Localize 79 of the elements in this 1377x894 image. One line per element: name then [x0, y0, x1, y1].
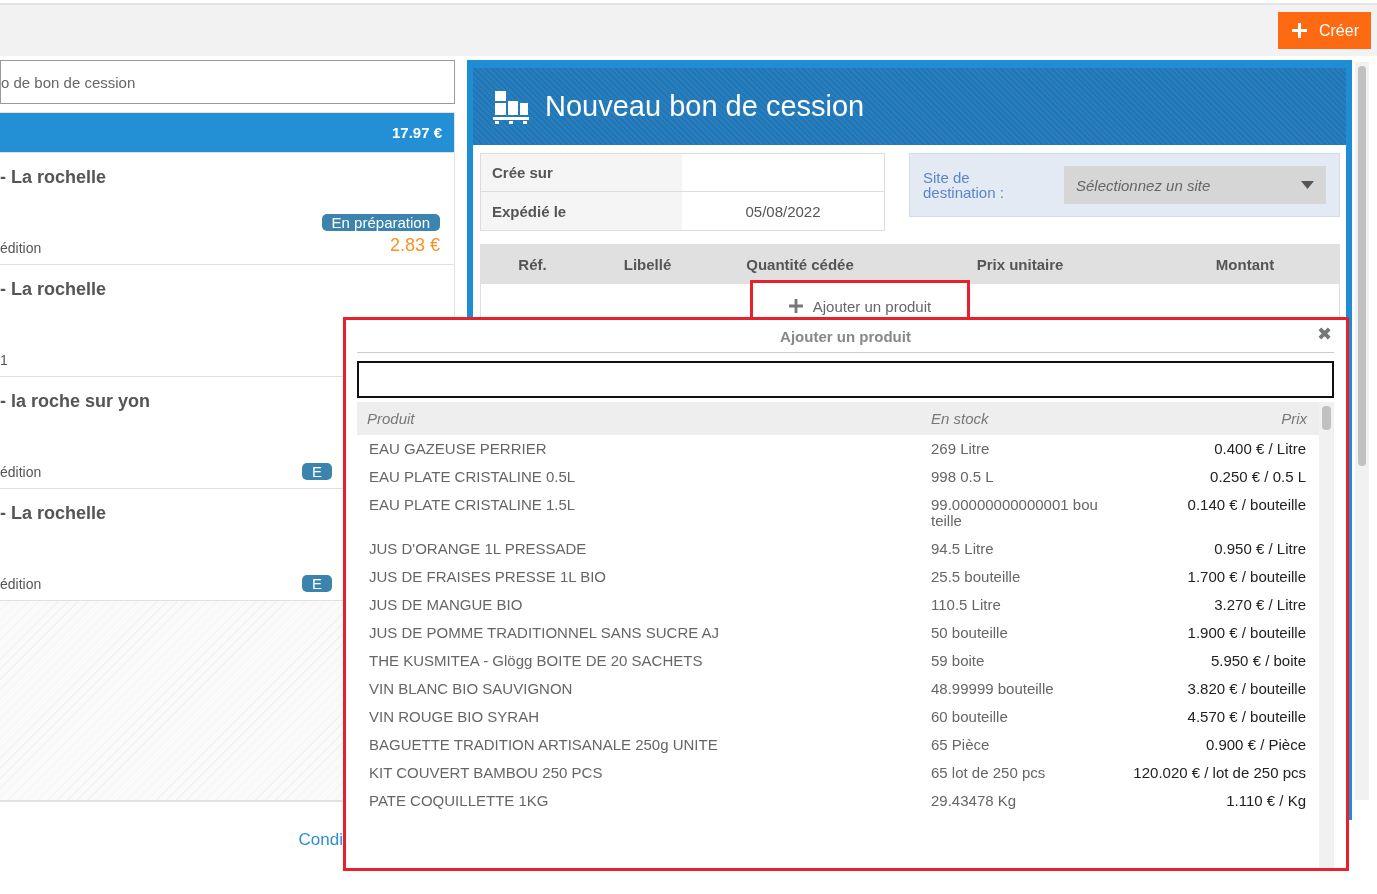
form-title: Nouveau bon de cession [545, 90, 865, 123]
stock-cell-text: 59 boite [931, 653, 986, 669]
status-badge: E [302, 575, 332, 592]
column-header: Libellé [622, 255, 673, 273]
price-cell-text: 120.020 € / lot de 250 pcs [1132, 765, 1306, 781]
product-row[interactable]: PATE COQUILLETTE 1KG 29.43478 Kg 1.110 € / Kg [357, 787, 1319, 815]
product-name: KIT COUVERT BAMBOU 250 PCS [369, 765, 604, 781]
price-cell-text: 1.700 € / bouteille [1186, 569, 1306, 585]
product-row[interactable]: KIT COUVERT BAMBOU 250 PCS 65 lot de 250 pcs 120.020 € / lot de 250 pcs [357, 759, 1319, 787]
stock-cell-text: 110.5 Litre [931, 597, 1002, 613]
price-cell-text: 3.270 € / Litre [1213, 597, 1306, 613]
stock-cell-text: 94.5 Litre [931, 541, 995, 557]
list-item[interactable]: 17.97 € [0, 113, 454, 153]
close-button[interactable]: ✖ [1317, 323, 1332, 345]
scrollbar[interactable] [1355, 62, 1369, 800]
item-note: édition [0, 576, 42, 592]
product-name: JUS DE POMME TRADITIONNEL SANS SUCRE AJ [369, 625, 721, 641]
plus-icon [1292, 23, 1307, 38]
stock-cell-text: 25.5 bouteille [931, 569, 1022, 585]
product-row[interactable]: VIN BLANC BIO SAUVIGNON 48.99999 bouteille 3.820 € / bouteille [357, 675, 1319, 703]
pallet-boxes-icon [493, 88, 529, 125]
stock-cell-text: 60 bouteille [931, 709, 1009, 725]
conditions-link[interactable]: Condi [298, 830, 343, 850]
item-title: - La rochelle [0, 167, 107, 188]
column-header: Montant [1214, 255, 1276, 273]
scrollbar[interactable] [1319, 402, 1334, 868]
price-cell-text: 0.250 € / 0.5 L [1209, 469, 1306, 485]
product-name: VIN ROUGE BIO SYRAH [369, 709, 541, 725]
stock-cell-text: 48.99999 bouteille [931, 681, 1055, 697]
stock-cell-text: 65 Pièce [931, 737, 991, 753]
column-header: Produit [367, 410, 416, 427]
item-note: 1 [0, 352, 8, 368]
field-label: Expédié le [481, 192, 682, 230]
column-header: Quantité cédée [745, 255, 855, 273]
price-cell-text: 4.570 € / bouteille [1186, 709, 1306, 725]
search-field[interactable]: o de bon de cession [0, 60, 455, 104]
column-header: En stock [931, 410, 990, 427]
price-cell-text: 3.820 € / bouteille [1186, 681, 1306, 697]
status-badge: En préparation [321, 214, 440, 231]
product-row[interactable]: VIN ROUGE BIO SYRAH 60 bouteille 4.570 € / bouteille [357, 703, 1319, 731]
product-row[interactable]: BAGUETTE TRADITION ARTISANALE 250g UNITE 65 Pièce 0.900 € / Pièce [357, 731, 1319, 759]
product-name: BAGUETTE TRADITION ARTISANALE 250g UNITE [369, 737, 719, 753]
column-header: Prix [1280, 410, 1307, 427]
product-name: PATE COQUILLETTE 1KG [369, 793, 550, 809]
stock-cell-text: 50 bouteille [931, 625, 1009, 641]
item-title: - La rochelle [0, 503, 107, 524]
item-amount: 2.83 € [389, 235, 440, 256]
destination-label: Site de destination : [923, 170, 1005, 200]
price-cell-text: 0.900 € / Pièce [1204, 737, 1306, 753]
stock-cell-text: 99.00000000000001 bouteille [931, 497, 1099, 529]
field-value: 05/08/2022 [744, 201, 822, 222]
status-badge: E [302, 463, 332, 480]
price-cell-text: 0.140 € / bouteille [1186, 497, 1306, 515]
product-search-field[interactable] [357, 361, 1334, 398]
product-name: THE KUSMITEA - Glögg BOITE DE 20 SACHETS [369, 653, 704, 669]
field-label: Crée sur [481, 154, 682, 191]
product-row[interactable]: JUS DE POMME TRADITIONNEL SANS SUCRE AJ 50 bouteille 1.900 € / bouteille [357, 619, 1319, 647]
stock-cell-text: 998 0.5 L [931, 469, 995, 485]
item-amount: 17.97 € [391, 124, 442, 141]
price-cell-text: 0.950 € / Litre [1213, 541, 1306, 557]
column-header: Réf. [517, 255, 548, 273]
stock-cell-text: 29.43478 Kg [931, 793, 1018, 809]
price-cell-text: 5.950 € / boite [1209, 653, 1306, 669]
price-cell-text: 0.400 € / Litre [1213, 441, 1306, 457]
stock-cell-text: 269 Litre [931, 441, 991, 457]
product-row[interactable]: THE KUSMITEA - Glögg BOITE DE 20 SACHETS 59 boite 5.950 € / boite [357, 647, 1319, 675]
dialog-title: Ajouter un produit [780, 327, 911, 345]
item-note: édition [0, 464, 42, 480]
item-note: édition [0, 240, 42, 256]
plus-icon [788, 299, 803, 313]
item-title: - la roche sur yon [0, 391, 151, 412]
site-select[interactable]: Sélectionnez un site [1064, 166, 1326, 204]
column-header: Prix unitaire [975, 255, 1065, 273]
stock-cell-text: 65 lot de 250 pcs [931, 765, 1047, 781]
price-cell-text: 1.900 € / bouteille [1186, 625, 1306, 641]
item-title: - La rochelle [0, 279, 107, 300]
caret-icon [1301, 181, 1314, 189]
product-name: VIN BLANC BIO SAUVIGNON [369, 681, 574, 697]
price-cell-text: 1.110 € / Kg [1225, 793, 1306, 809]
